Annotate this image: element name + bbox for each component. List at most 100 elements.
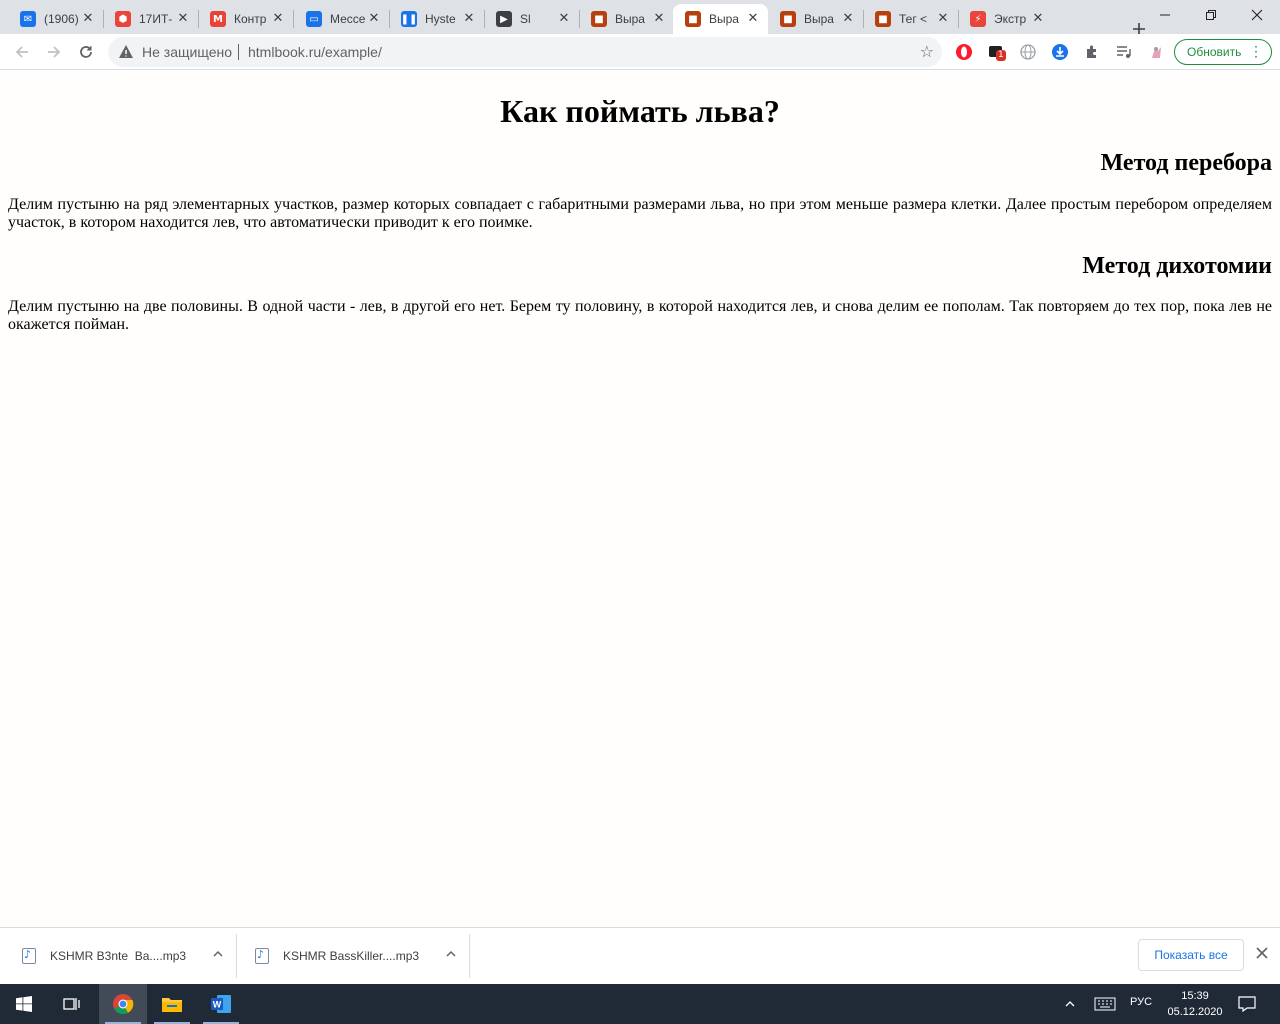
browser-tab[interactable]: M Контр ✕ (198, 4, 293, 34)
clock-time: 15:39 (1181, 990, 1209, 1002)
section-text-dichotomy: Делим пустыню на две половины. В одной ч… (8, 298, 1272, 333)
start-button[interactable] (0, 984, 48, 1024)
update-button[interactable]: Обновить ⋮ (1174, 39, 1272, 65)
browser-tab[interactable]: ■ Выра ✕ (673, 4, 768, 34)
page-title: Как поймать льва? (500, 93, 780, 129)
htmlbook-icon: ■ (685, 11, 701, 27)
browser-tab[interactable]: ▶ Sl ✕ (484, 4, 579, 34)
windows-taskbar: W РУС 15:39 05.12.2020 (0, 984, 1280, 1024)
tab-strip: ✉ (1906) ✕ ⬢ 17ИТ- ✕ M Контр ✕ ▭ Мессе ✕ ❚❚ Hyste ✕ ▶ Sl… (0, 0, 1280, 35)
browser-tab[interactable]: ■ Тег < ✕ (863, 4, 958, 34)
show-hidden-icons-button[interactable] (1058, 984, 1082, 1024)
download-shelf: KSHMR B3nte Ba....mp3 KSHMR BassKiller..… (0, 927, 1280, 984)
folder-icon (162, 998, 182, 1012)
pause-icon: ❚❚ (401, 11, 417, 27)
audio-file-icon (255, 948, 269, 964)
tab-close-icon[interactable]: ✕ (652, 12, 666, 26)
tab-close-icon[interactable]: ✕ (462, 12, 476, 26)
tab-title: (1906) (44, 12, 79, 26)
tab-close-icon[interactable]: ✕ (1031, 12, 1045, 26)
tab-title: Мессе (330, 12, 366, 26)
chevron-up-icon[interactable] (443, 948, 459, 964)
section-heading-dichotomy: Метод дихотомии (1082, 253, 1272, 279)
notifications-button[interactable] (1232, 984, 1262, 1024)
download-filename[interactable]: KSHMR BassKiller....mp3 (283, 949, 419, 963)
keyboard-icon (1094, 997, 1116, 1011)
lightning-icon: ⚡ (970, 11, 986, 27)
colorful-hexagon-icon: ⬢ (115, 11, 131, 27)
browser-tab[interactable]: ⬢ 17ИТ- ✕ (103, 4, 198, 34)
arrow-left-icon (15, 46, 28, 58)
browser-toolbar: Не защищено htmlbook.ru/example/ ☆ 1 Обн… (0, 34, 1280, 70)
reload-icon (80, 46, 92, 58)
browser-tab[interactable]: ⚡ Экстр ✕ (958, 4, 1053, 34)
clock[interactable]: 15:39 05.12.2020 (1164, 988, 1226, 1020)
taskbar-chrome[interactable] (99, 984, 147, 1024)
audio-file-icon (22, 948, 36, 964)
opera-extension-icon[interactable] (954, 42, 974, 62)
task-view-icon (63, 998, 80, 1010)
close-window-button[interactable] (1234, 0, 1280, 30)
url-text[interactable]: htmlbook.ru/example/ (248, 44, 382, 60)
tab-close-icon[interactable]: ✕ (367, 12, 381, 26)
download-extension-icon[interactable] (1050, 42, 1070, 62)
taskbar-file-explorer[interactable] (148, 984, 196, 1024)
puzzle-extensions-icon[interactable] (1082, 42, 1102, 62)
page-content: Как поймать льва? Метод перебора Делим п… (0, 71, 1280, 927)
htmlbook-icon: ■ (591, 11, 607, 27)
mail-icon: ✉ (20, 11, 36, 27)
task-view-button[interactable] (48, 984, 96, 1024)
reload-button[interactable] (72, 38, 100, 66)
section-text-enumeration: Делим пустыню на ряд элементарных участк… (8, 196, 1272, 231)
profile-avatar-icon[interactable] (1146, 42, 1166, 62)
tab-close-icon[interactable]: ✕ (746, 12, 760, 26)
chevron-up-icon (1065, 1001, 1075, 1007)
tab-close-icon[interactable]: ✕ (841, 12, 855, 26)
notification-icon (1238, 996, 1256, 1012)
chrome-icon (113, 994, 134, 1015)
minimize-icon (1160, 14, 1170, 16)
arrow-right-icon (48, 46, 61, 58)
keyboard-button[interactable] (1090, 984, 1120, 1024)
tab-close-icon[interactable]: ✕ (176, 12, 190, 26)
warning-triangle-icon[interactable] (118, 44, 134, 60)
tab-close-icon[interactable]: ✕ (81, 12, 95, 26)
restore-button[interactable] (1188, 0, 1234, 30)
input-language[interactable]: РУС (1130, 996, 1152, 1008)
taskbar-word[interactable]: W (197, 984, 245, 1024)
messenger-icon: ▭ (306, 11, 322, 27)
tab-title: Выра (709, 12, 739, 26)
chevron-up-icon[interactable] (210, 948, 226, 964)
show-all-downloads-button[interactable]: Показать все (1138, 939, 1244, 971)
browser-tab[interactable]: ❚❚ Hyste ✕ (389, 4, 484, 34)
browser-tab[interactable]: ■ Выра ✕ (768, 4, 863, 34)
tab-title: Sl (520, 12, 531, 26)
close-icon (1251, 9, 1263, 21)
tab-close-icon[interactable]: ✕ (936, 12, 950, 26)
bookmark-star-icon[interactable]: ☆ (920, 42, 934, 61)
download-divider (236, 934, 237, 978)
tab-title: Выра (804, 12, 834, 26)
download-divider (469, 934, 470, 978)
back-button[interactable] (8, 38, 36, 66)
download-item[interactable]: KSHMR B3nte Ba....mp3 (22, 928, 236, 984)
address-bar[interactable]: Не защищено htmlbook.ru/example/ ☆ (108, 37, 942, 67)
browser-tab[interactable]: ✉ (1906) ✕ (8, 4, 103, 34)
htmlbook-icon: ■ (780, 11, 796, 27)
download-item[interactable]: KSHMR BassKiller....mp3 (255, 928, 469, 984)
security-label[interactable]: Не защищено (142, 44, 232, 60)
minimize-button[interactable] (1142, 0, 1188, 30)
close-download-shelf-icon[interactable] (1252, 944, 1272, 964)
browser-tab[interactable]: ■ Выра ✕ (579, 4, 674, 34)
notification-extension-icon[interactable]: 1 (986, 42, 1006, 62)
browser-tab[interactable]: ▭ Мессе ✕ (294, 4, 389, 34)
tab-close-icon[interactable]: ✕ (557, 12, 571, 26)
tab-title: Тег < (899, 12, 928, 26)
tab-close-icon[interactable]: ✕ (271, 12, 285, 26)
forward-button[interactable] (40, 38, 68, 66)
tab-title: Hyste (425, 12, 456, 26)
download-filename[interactable]: KSHMR B3nte Ba....mp3 (50, 949, 186, 963)
media-queue-icon[interactable] (1114, 42, 1134, 62)
menu-dots-icon[interactable]: ⋮ (1249, 43, 1263, 59)
globe-extension-icon[interactable] (1018, 42, 1038, 62)
